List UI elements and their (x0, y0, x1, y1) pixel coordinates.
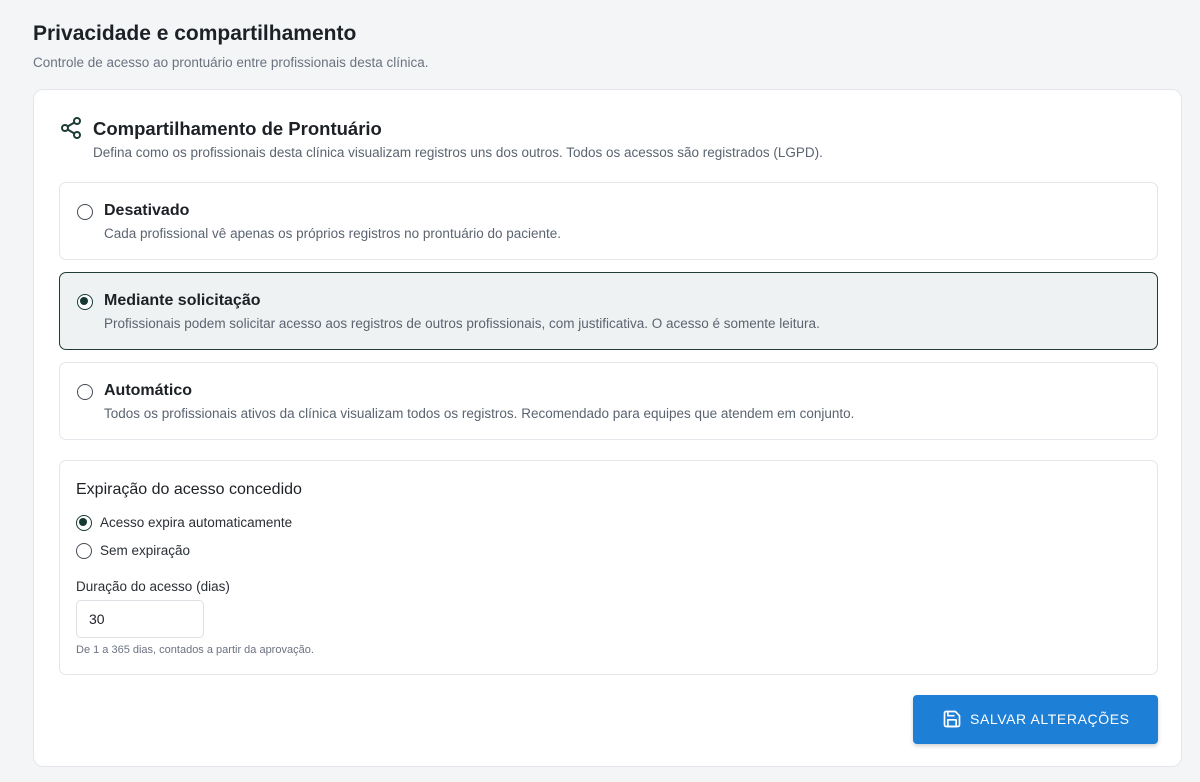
privacy-settings-page: Privacidade e compartilhamento Controle … (0, 0, 1200, 782)
option-title: Mediante solicitação (104, 292, 261, 309)
sharing-option-disabled[interactable]: Desativado Cada profissional vê apenas o… (59, 182, 1158, 260)
expiry-settings: Expiração do acesso concedido Acesso exp… (59, 460, 1158, 675)
option-description: Cada profissional vê apenas os próprios … (104, 226, 562, 241)
option-title: Desativado (104, 202, 190, 219)
duration-label: Duração do acesso (dias) (76, 579, 230, 594)
duration-hint: De 1 a 365 dias, contados a partir da ap… (76, 644, 314, 656)
radio-expiry-auto[interactable] (76, 515, 92, 531)
radio-disabled[interactable] (77, 204, 93, 220)
save-button-label: SALVAR ALTERAÇÕES (970, 711, 1130, 727)
radio-automatic[interactable] (77, 384, 93, 400)
section-title: Compartilhamento de Prontuário (93, 118, 382, 139)
save-button[interactable]: SALVAR ALTERAÇÕES (913, 695, 1158, 744)
page-subtitle: Controle de acesso ao prontuário entre p… (33, 55, 429, 70)
duration-input[interactable] (76, 600, 204, 638)
sharing-option-automatic[interactable]: Automático Todos os profissionais ativos… (59, 362, 1158, 440)
expiry-title: Expiração do acesso concedido (76, 481, 302, 498)
option-title: Automático (104, 382, 192, 399)
radio-expiry-none[interactable] (76, 543, 92, 559)
share-icon (61, 117, 81, 139)
option-description: Profissionais podem solicitar acesso aos… (104, 316, 820, 331)
sharing-option-on-request[interactable]: Mediante solicitação Profissionais podem… (59, 272, 1158, 350)
expiry-option-label: Sem expiração (100, 543, 191, 558)
record-sharing-card: Compartilhamento de Prontuário Defina co… (33, 89, 1182, 767)
radio-on-request[interactable] (77, 294, 93, 310)
section-description: Defina como os profissionais desta clíni… (93, 145, 823, 160)
option-description: Todos os profissionais ativos da clínica… (104, 406, 855, 421)
save-icon (943, 710, 961, 728)
page-title: Privacidade e compartilhamento (33, 22, 357, 45)
expiry-option-label: Acesso expira automaticamente (100, 515, 293, 530)
